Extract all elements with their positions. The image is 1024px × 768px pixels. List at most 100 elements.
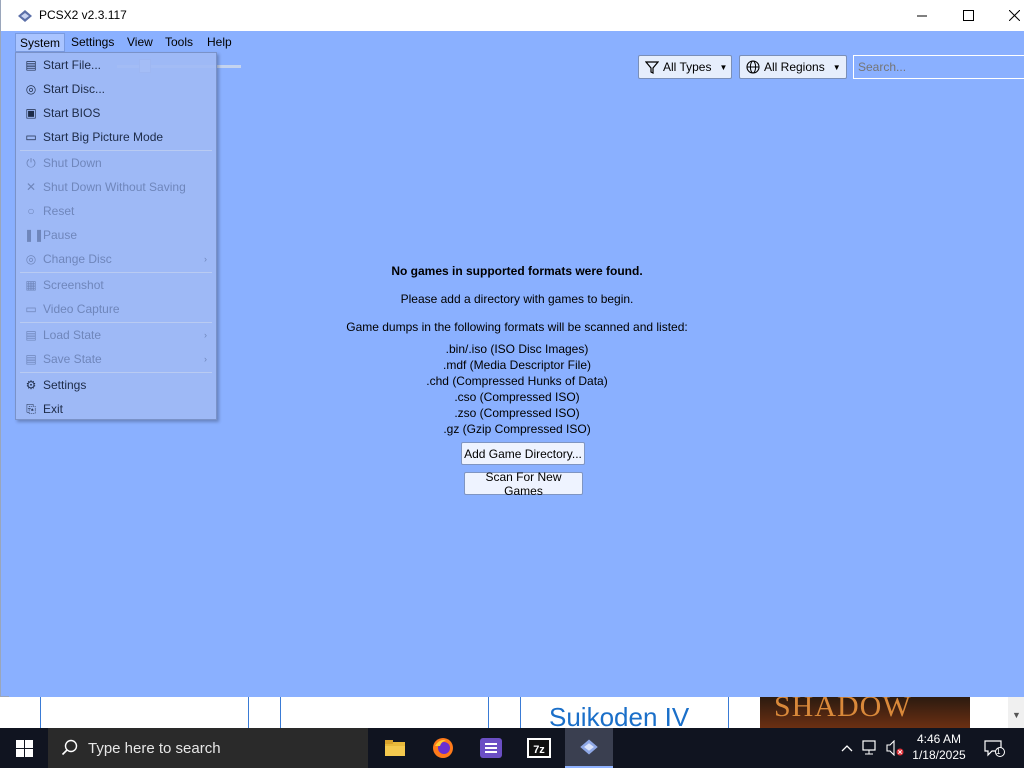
menu-item-label: Screenshot [43,278,104,292]
taskbar-app-purple[interactable] [467,728,515,768]
menu-item-label: Reset [43,204,75,218]
menu-item-label: Video Capture [43,302,120,316]
menu-item-exit[interactable]: ⎘ Exit [16,397,216,421]
search-input[interactable] [853,55,1024,79]
taskbar-firefox[interactable] [419,728,467,768]
chevron-right-icon: › [204,330,207,340]
background-card [280,696,489,728]
menu-item-start-bios[interactable]: ▣ Start BIOS [16,101,216,125]
taskbar-search-placeholder: Type here to search [88,739,221,757]
menu-item-label: Start Disc... [43,82,106,96]
menu-bar: System Settings View Tools Help [9,31,1024,52]
scroll-down-icon: ▼ [1012,710,1021,720]
scan-for-new-games-button[interactable]: Scan For New Games [464,470,583,498]
menu-help[interactable]: Help [203,33,236,52]
pause-icon: ❚❚ [24,228,45,242]
globe-icon [746,60,760,74]
background-card: Suikoden IV [520,696,729,728]
type-filter-dropdown[interactable]: All Types ▼ [638,55,732,79]
menu-item-change-disc[interactable]: ◎ Change Disc › [16,247,216,271]
region-filter-dropdown[interactable]: All Regions ▼ [739,55,847,79]
taskbar-file-explorer[interactable] [371,728,419,768]
disc-icon: ◎ [25,252,37,266]
maximize-icon [962,10,974,21]
menu-tools[interactable]: Tools [161,33,197,52]
disc-icon: ◎ [25,82,37,96]
notification-count: 1 [996,747,1001,756]
background-scrollbar[interactable]: ▼ [1008,696,1024,728]
chip-icon: ▣ [25,106,37,120]
background-game-list: Suikoden IV SHADOW ▼ [0,696,1024,728]
minimize-icon [916,15,927,17]
taskbar-clock[interactable]: 4:46 AM 1/18/2025 [906,731,972,763]
show-hidden-icons-button[interactable] [838,728,856,768]
maximize-button[interactable] [945,0,991,31]
menu-item-reset[interactable]: ○ Reset [16,199,216,223]
menu-system[interactable]: System [15,33,66,52]
windows-logo-icon [15,739,33,757]
background-card [40,696,249,728]
menu-item-label: Start File... [43,58,102,72]
filter-icon [645,61,659,74]
menu-item-label: Save State [43,352,102,366]
close-icon [1008,10,1020,21]
taskbar-search-box[interactable]: Type here to search [48,728,368,768]
menu-item-settings[interactable]: ⚙ Settings [16,373,216,397]
network-icon [862,740,876,755]
menu-item-label: Start BIOS [43,106,101,120]
menu-item-start-file[interactable]: ▤ Start File... [16,53,216,77]
menu-item-label: Load State [43,328,102,342]
menu-item-big-picture[interactable]: ▭ Start Big Picture Mode [16,125,216,149]
clock-time: 4:46 AM [916,732,962,746]
format-item: .gz (Gzip Compressed ISO) [443,422,591,436]
menu-settings[interactable]: Settings [67,33,118,52]
video-icon: ▭ [25,302,37,316]
menu-item-video-capture[interactable]: ▭ Video Capture [16,297,216,321]
chevron-down-icon: ▼ [832,62,841,72]
menu-item-label: Shut Down [43,156,102,170]
menu-item-screenshot[interactable]: ▦ Screenshot [16,273,216,297]
volume-tray-button[interactable] [884,728,906,768]
background-cover-art: SHADOW [760,696,970,728]
close-button[interactable] [991,0,1024,31]
start-button[interactable] [0,728,48,768]
pcsx2-logo-icon [580,739,598,755]
menu-view[interactable]: View [123,33,157,52]
type-filter-label: All Types [663,60,712,74]
menu-item-label: Exit [43,402,64,416]
menu-item-shut-down[interactable]: ⏻ Shut Down [16,151,216,175]
save-icon: ▤ [25,352,37,366]
network-tray-button[interactable] [860,728,882,768]
notifications-button[interactable]: 1 [980,728,1008,768]
menu-item-pause[interactable]: ❚❚ Pause [16,223,216,247]
menu-item-label: Shut Down Without Saving [43,180,186,194]
region-filter-label: All Regions [764,60,825,74]
screenshot-icon: ▦ [25,278,37,292]
volume-muted-icon [886,740,904,756]
menu-item-load-state[interactable]: ▤ Load State › [16,323,216,347]
title-bar[interactable]: PCSX2 v2.3.117 [1,0,1024,31]
exit-icon: ⎘ [26,401,36,416]
reset-icon: ○ [27,204,35,218]
close-icon: ✕ [25,180,37,194]
add-game-directory-button[interactable]: Add Game Directory... [461,442,585,465]
window-title: PCSX2 v2.3.117 [39,8,127,22]
taskbar-pcsx2[interactable] [565,728,613,768]
power-icon: ⏻ [26,155,36,170]
folder-icon [385,740,405,756]
menu-item-save-state[interactable]: ▤ Save State › [16,347,216,371]
file-icon: ▤ [25,58,37,72]
firefox-icon [433,738,453,758]
menu-item-shut-down-without-saving[interactable]: ✕ Shut Down Without Saving [16,175,216,199]
taskbar-7zip[interactable]: 7z [515,728,563,768]
menu-item-start-disc[interactable]: ◎ Start Disc... [16,77,216,101]
svg-text:7z: 7z [533,744,545,756]
minimize-button[interactable] [899,0,945,31]
pcsx2-window: PCSX2 v2.3.117 System Settings View Tool… [0,0,1024,697]
load-icon: ▤ [25,328,37,342]
menu-item-label: Change Disc [43,252,112,266]
clock-date: 1/18/2025 [912,748,966,762]
chevron-up-icon [841,745,853,752]
7zip-icon: 7z [527,738,551,758]
chevron-right-icon: › [204,354,207,364]
